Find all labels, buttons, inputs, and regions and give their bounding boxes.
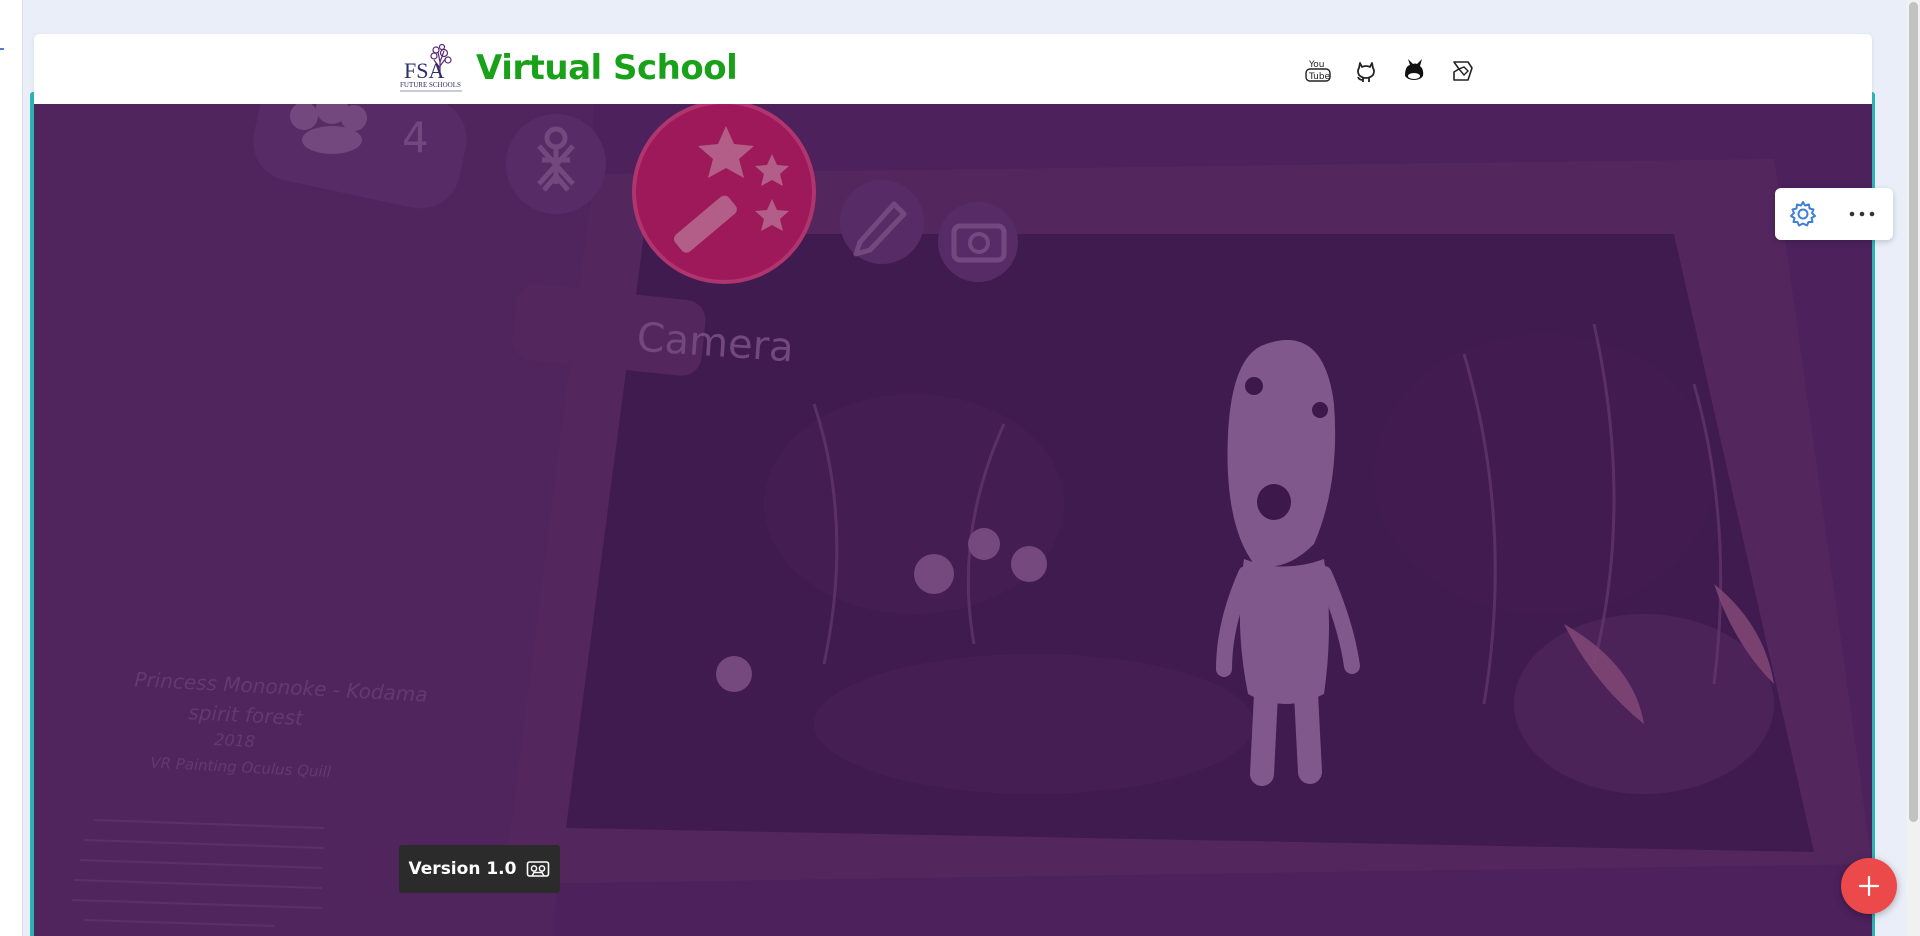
more-options-button[interactable] bbox=[1845, 200, 1879, 228]
logo-caption-text: FUTURE SCHOOLS bbox=[400, 81, 461, 89]
logo-mark-text: FSA bbox=[404, 58, 444, 83]
plus-icon bbox=[1858, 875, 1880, 897]
youtube-link[interactable]: You Tube bbox=[1302, 54, 1334, 86]
more-horizontal-icon bbox=[1849, 211, 1875, 217]
github-icon bbox=[1357, 62, 1375, 82]
gear-icon bbox=[1790, 201, 1816, 227]
app-header: FSA FUTURE SCHOOLS Virtual School You Tu… bbox=[34, 34, 1872, 104]
settings-button[interactable] bbox=[1789, 200, 1817, 228]
left-strip-marker bbox=[0, 48, 4, 50]
version-label: Version 1.0 bbox=[408, 859, 517, 879]
side-tools-panel bbox=[1775, 188, 1893, 240]
fsa-logo-icon: FSA FUTURE SCHOOLS bbox=[400, 43, 462, 92]
vr-scene-stage[interactable]: 4 Camera Princess Mononoke - Kodama spir… bbox=[34, 104, 1872, 936]
scene-illustration: 4 Camera Princess Mononoke - Kodama spir… bbox=[34, 104, 1872, 936]
svg-text:Tube: Tube bbox=[1308, 72, 1331, 82]
left-side-strip bbox=[0, 0, 23, 936]
scrollbar-thumb[interactable] bbox=[1909, 2, 1918, 822]
scratch-cat-icon bbox=[1405, 59, 1424, 80]
add-fab-button[interactable] bbox=[1841, 858, 1897, 914]
site-title: Virtual School bbox=[476, 48, 738, 88]
cassette-icon bbox=[527, 861, 550, 877]
scratch-link[interactable] bbox=[1398, 54, 1430, 86]
codepen-icon bbox=[1453, 61, 1473, 81]
codepen-link[interactable] bbox=[1446, 54, 1478, 86]
youtube-icon: You Tube bbox=[1305, 60, 1331, 82]
github-link[interactable] bbox=[1350, 54, 1382, 86]
version-badge[interactable]: Version 1.0 bbox=[399, 845, 560, 893]
